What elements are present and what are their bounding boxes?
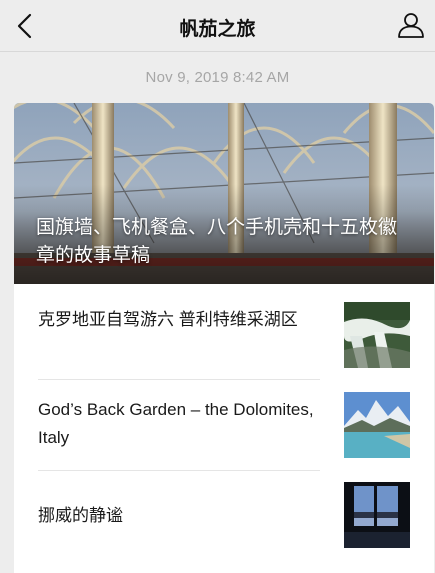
list-item[interactable]: 克罗地亚自驾游六 普利特维采湖区 — [14, 289, 434, 379]
article-thumbnail — [344, 392, 410, 458]
article-card: 国旗墙、飞机餐盒、八个手机壳和十五枚徽章的故事草稿 克罗地亚自驾游六 普利特维采… — [14, 103, 434, 573]
featured-article-title: 国旗墙、飞机餐盒、八个手机壳和十五枚徽章的故事草稿 — [36, 217, 398, 266]
message-timestamp: Nov 9, 2019 8:42 AM — [145, 69, 290, 86]
featured-article[interactable]: 国旗墙、飞机餐盒、八个手机壳和十五枚徽章的故事草稿 — [14, 103, 434, 284]
article-thumbnail — [344, 302, 410, 368]
person-icon[interactable] — [397, 11, 425, 39]
navigation-bar: 帆茄之旅 — [0, 0, 435, 52]
article-title: God’s Back Garden – the Dolomites, Italy — [38, 400, 314, 447]
article-thumbnail — [344, 482, 410, 548]
list-item[interactable]: 挪威的静谧 — [14, 471, 434, 561]
article-title: 挪威的静谧 — [38, 506, 123, 525]
page-title: 帆茄之旅 — [179, 19, 256, 40]
article-title: 克罗地亚自驾游六 普利特维采湖区 — [38, 310, 298, 329]
list-item[interactable]: God’s Back Garden – the Dolomites, Italy — [14, 380, 434, 470]
